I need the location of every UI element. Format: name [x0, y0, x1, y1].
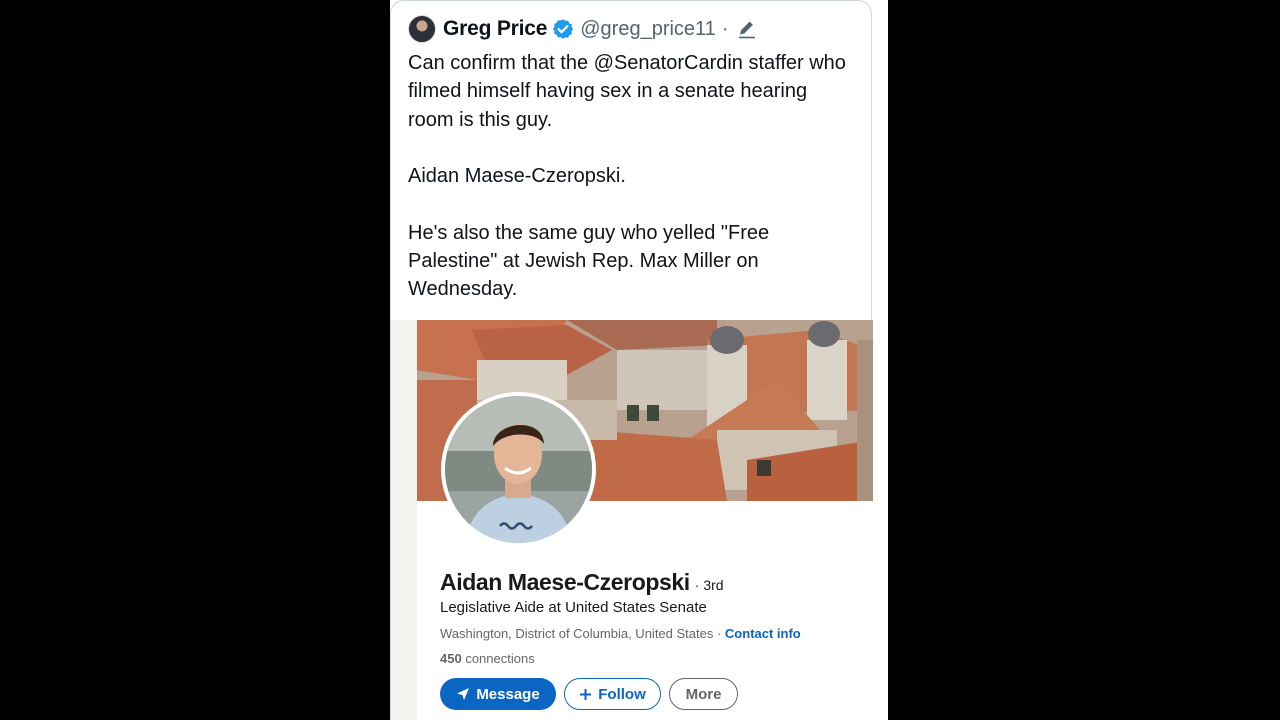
tweet-header: Greg Price @greg_price11 · — [408, 14, 758, 44]
profile-location: Washington, District of Columbia, United… — [440, 626, 725, 641]
connections-number: 450 — [440, 651, 462, 666]
profile-actions: Message Follow More — [440, 678, 738, 710]
more-button[interactable]: More — [669, 678, 738, 710]
author-name[interactable]: Greg Price — [443, 17, 547, 41]
header-separator: · — [721, 17, 729, 40]
linkedin-profile-card: Aidan Maese-Czeropski · 3rd Legislative … — [417, 320, 873, 720]
tweet-paragraph: He's also the same guy who yelled "Free … — [408, 221, 770, 301]
author-avatar[interactable] — [408, 15, 436, 43]
screenshot-frame: Greg Price @greg_price11 · Can confirm t… — [390, 0, 888, 720]
connection-degree: · 3rd — [694, 577, 724, 593]
profile-name: Aidan Maese-Czeropski — [440, 569, 690, 595]
verified-badge-icon — [553, 19, 574, 39]
connections-count[interactable]: 450 connections — [440, 651, 535, 666]
tweet-paragraph: Can confirm that the @SenatorCardin staf… — [408, 52, 846, 131]
plus-icon — [579, 688, 592, 701]
profile-name-row: Aidan Maese-Czeropski · 3rd — [440, 569, 724, 596]
contact-info-link[interactable]: Contact info — [725, 626, 801, 641]
more-button-label: More — [685, 685, 722, 703]
follow-button[interactable]: Follow — [564, 678, 661, 710]
author-handle[interactable]: @greg_price11 — [580, 18, 716, 41]
profile-headline: Legislative Aide at United States Senate — [440, 599, 707, 616]
linkedin-screenshot: Aidan Maese-Czeropski · 3rd Legislative … — [391, 320, 873, 720]
profile-photo[interactable] — [441, 392, 596, 547]
connections-label: connections — [461, 651, 535, 666]
profile-location-row: Washington, District of Columbia, United… — [440, 626, 801, 641]
send-icon — [456, 687, 470, 701]
tweet-text: Can confirm that the @SenatorCardin staf… — [408, 49, 858, 332]
tweet-card: Greg Price @greg_price11 · Can confirm t… — [390, 0, 873, 720]
message-button[interactable]: Message — [440, 678, 556, 710]
follow-button-label: Follow — [598, 685, 646, 703]
tweet-paragraph: Aidan Maese-Czeropski. — [408, 165, 626, 188]
message-button-label: Message — [476, 685, 540, 703]
pencil-icon[interactable] — [736, 18, 758, 40]
